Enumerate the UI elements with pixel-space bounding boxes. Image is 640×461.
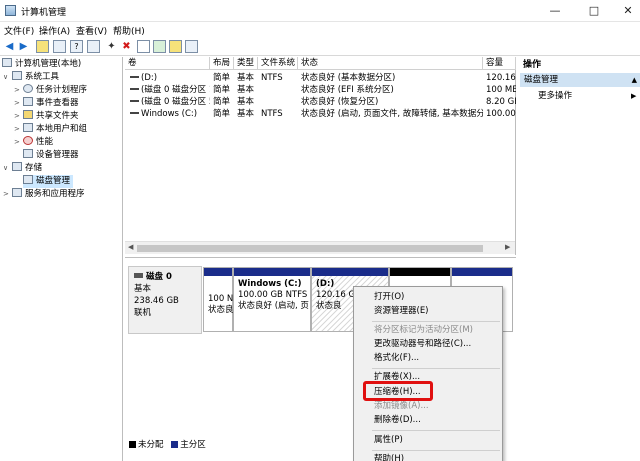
tree-item-event-viewer[interactable]: > 事件查看器: [14, 97, 79, 110]
toolbar: ◀ ▶ ? ✦ ✖: [0, 38, 640, 56]
folder-up-icon[interactable]: [36, 40, 49, 53]
context-menu: 打开(O) 资源管理器(E) 将分区标记为活动分区(M) 更改驱动器号和路径(C…: [353, 286, 503, 461]
legend: 未分配 主分区: [129, 438, 206, 450]
partition-efi[interactable]: 100 N 状态良: [203, 267, 234, 332]
chevron-down-icon[interactable]: ∨: [3, 162, 12, 175]
tree-item-performance[interactable]: > 性能: [14, 136, 53, 149]
chevron-right-icon[interactable]: >: [14, 110, 23, 123]
export-list-icon[interactable]: [185, 40, 198, 53]
clock-icon: [23, 84, 33, 93]
column-header-filesystem[interactable]: 文件系统: [258, 57, 298, 70]
unallocated-swatch: [129, 441, 136, 448]
tree-item-device-manager[interactable]: 设备管理器: [23, 149, 79, 162]
device-manager-icon: [23, 149, 33, 158]
chevron-right-icon[interactable]: >: [14, 123, 23, 136]
menu-item-format[interactable]: 格式化(F)...: [374, 352, 419, 365]
actions-disk-management[interactable]: 磁盘管理 ▲: [520, 73, 640, 87]
tools-icon: [12, 71, 22, 80]
menu-item-properties[interactable]: 属性(P): [374, 434, 403, 447]
properties-icon[interactable]: [87, 40, 100, 53]
services-icon: [12, 188, 22, 197]
delete-icon[interactable]: ✖: [120, 40, 133, 53]
menu-view[interactable]: 查看(V): [76, 24, 107, 37]
performance-icon: [23, 136, 33, 145]
tree-item-services[interactable]: > 服务和应用程序: [3, 188, 85, 201]
forward-icon[interactable]: ▶: [17, 40, 30, 53]
chevron-up-icon[interactable]: ▲: [632, 73, 637, 87]
menu-item-help[interactable]: 帮助(H): [374, 453, 404, 461]
hard-disk-icon: [134, 273, 143, 278]
back-icon[interactable]: ◀: [3, 40, 16, 53]
close-button[interactable]: ✕: [619, 3, 637, 19]
chevron-down-icon[interactable]: ∨: [3, 71, 12, 84]
menu-separator: [372, 321, 500, 322]
column-header-layout[interactable]: 布局: [210, 57, 234, 70]
column-header-volume[interactable]: 卷: [125, 57, 210, 70]
tree-item-local-users[interactable]: > 本地用户和组: [14, 123, 87, 136]
scroll-thumb[interactable]: [137, 245, 483, 252]
column-header-type[interactable]: 类型: [234, 57, 258, 70]
chevron-right-icon[interactable]: >: [14, 84, 23, 97]
shared-folder-icon: [23, 110, 33, 119]
users-icon: [23, 123, 33, 132]
minimize-button[interactable]: —: [546, 3, 564, 19]
menu-item-mark-active[interactable]: 将分区标记为活动分区(M): [374, 324, 473, 337]
chevron-right-icon[interactable]: >: [14, 97, 23, 110]
menu-item-open[interactable]: 打开(O): [374, 291, 404, 304]
menu-separator: [372, 430, 500, 431]
chevron-right-icon[interactable]: >: [14, 136, 23, 149]
open-folder-icon[interactable]: [169, 40, 182, 53]
chevron-right-icon[interactable]: >: [3, 188, 12, 201]
navigation-tree: 计算机管理(本地) ∨ 系统工具 > 任务计划程序 > 事件查看器 > 共享文件夹 > 本…: [0, 57, 123, 461]
show-hide-tree-icon[interactable]: [53, 40, 66, 53]
menu-help[interactable]: 帮助(H): [113, 24, 145, 37]
computer-icon: [2, 58, 12, 67]
menu-separator: [372, 450, 500, 451]
menu-file[interactable]: 文件(F): [4, 24, 34, 37]
help-icon[interactable]: ?: [70, 40, 83, 53]
tree-item-disk-management[interactable]: 磁盘管理: [23, 175, 74, 188]
primary-swatch: [171, 441, 179, 448]
actions-header: 操作: [523, 60, 542, 70]
refresh-icon[interactable]: [153, 40, 166, 53]
tree-item-shared-folders[interactable]: > 共享文件夹: [14, 110, 79, 123]
connect-icon[interactable]: ✦: [105, 40, 118, 53]
scroll-right-icon[interactable]: ▶: [505, 243, 510, 251]
menu-bar: 文件(F) 操作(A) 查看(V) 帮助(H): [0, 22, 640, 38]
tree-item-system-tools[interactable]: ∨ 系统工具: [3, 71, 59, 84]
shrink-highlight-box: [363, 381, 433, 401]
menu-item-add-mirror[interactable]: 添加镜像(A)...: [374, 400, 429, 413]
menu-action[interactable]: 操作(A): [39, 24, 70, 37]
storage-icon: [12, 162, 22, 171]
partition-c[interactable]: Windows (C:) 100.00 GB NTFS 状态良好 (启动, 页: [233, 267, 311, 332]
volume-icon: [130, 112, 139, 114]
volume-icon: [130, 100, 139, 102]
volume-icon: [130, 76, 139, 78]
menu-item-change-drive-letter[interactable]: 更改驱动器号和路径(C)...: [374, 338, 471, 351]
actions-pane: 操作 磁盘管理 ▲ 更多操作 ▶: [518, 57, 640, 461]
tree-item-storage[interactable]: ∨ 存储: [3, 162, 42, 175]
menu-item-delete[interactable]: 删除卷(D)...: [374, 414, 421, 427]
scroll-left-icon[interactable]: ◀: [128, 243, 133, 251]
tree-item-root[interactable]: 计算机管理(本地): [2, 58, 81, 71]
actions-more[interactable]: 更多操作 ▶: [538, 90, 638, 103]
tree-item-task-scheduler[interactable]: > 任务计划程序: [14, 84, 87, 97]
menu-separator: [372, 368, 500, 369]
title-bar: 计算机管理 — □ ✕: [0, 0, 640, 22]
computer-management-icon: [5, 5, 16, 16]
window-title: 计算机管理: [21, 8, 67, 18]
menu-item-explorer[interactable]: 资源管理器(E): [374, 305, 429, 318]
volume-list: 卷 布局 类型 文件系统 状态 容量 (D:) 简单 基本 NTFS 状态良好 …: [125, 57, 516, 255]
disk-management-icon: [23, 175, 33, 184]
horizontal-scrollbar[interactable]: ◀ ▶: [125, 241, 515, 254]
column-header-status[interactable]: 状态: [298, 57, 483, 70]
chevron-right-icon: ▶: [631, 92, 637, 100]
checklist-icon[interactable]: [137, 40, 150, 53]
column-header-capacity[interactable]: 容量: [483, 57, 516, 70]
event-log-icon: [23, 97, 33, 106]
maximize-button[interactable]: □: [585, 3, 603, 19]
disk-label[interactable]: 磁盘 0 基本 238.46 GB 联机: [128, 266, 202, 334]
volume-icon: [130, 88, 139, 90]
